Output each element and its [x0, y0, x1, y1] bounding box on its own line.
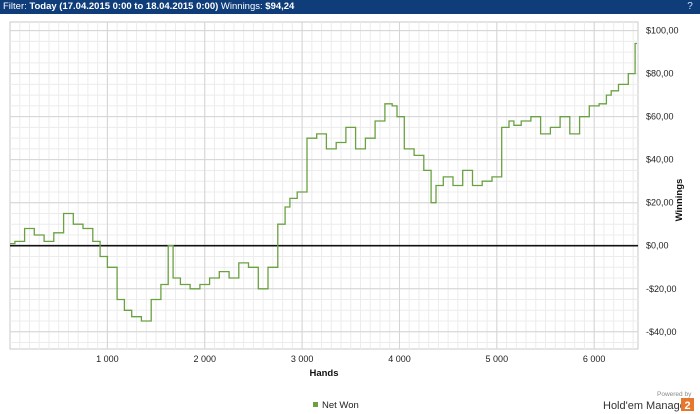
- x-tick-label: 5 000: [486, 354, 509, 364]
- legend-swatch-net-won: [313, 402, 318, 407]
- series-line-net-won: [10, 42, 637, 322]
- y-tick-label: $0,00: [646, 241, 669, 251]
- y-tick-label: $20,00: [646, 198, 674, 208]
- help-icon[interactable]: ?: [684, 1, 696, 13]
- x-tick-label: 4 000: [388, 354, 411, 364]
- filter-text: Filter: Today (17.04.2015 0:00 to 18.04.…: [3, 1, 295, 12]
- y-tick-label: $40,00: [646, 155, 674, 165]
- y-tick-label: -$20,00: [646, 284, 677, 294]
- branding: Powered by Hold'em Manager 2: [603, 391, 694, 412]
- winnings-chart: 1 000 2 000 3 000 4 000 5 000 6 000 -$40,00 -$…: [9, 21, 694, 412]
- x-tick-label: 3 000: [291, 354, 314, 364]
- winnings-value: $94,24: [265, 1, 295, 12]
- x-axis-title: Hands: [309, 368, 338, 379]
- x-axis: 1 000 2 000 3 000 4 000 5 000 6 000: [96, 354, 605, 364]
- legend-label-net-won: Net Won: [322, 400, 359, 411]
- filter-range: Today (17.04.2015 0:00 to 18.04.2015 0:0…: [29, 1, 219, 12]
- chart-grid: [9, 21, 639, 350]
- product-name: Hold'em Manager: [603, 400, 690, 412]
- legend: Net Won: [313, 400, 359, 411]
- x-tick-label: 2 000: [193, 354, 216, 364]
- y-tick-label: $60,00: [646, 112, 674, 122]
- y-axis-title: Winnings: [674, 179, 685, 222]
- y-tick-label: $100,00: [646, 26, 679, 36]
- x-tick-label: 6 000: [583, 354, 606, 364]
- series-layer: [10, 42, 637, 322]
- y-tick-label: -$40,00: [646, 327, 677, 337]
- x-tick-label: 1 000: [96, 354, 119, 364]
- filter-bar: Filter: Today (17.04.2015 0:00 to 18.04.…: [0, 0, 700, 14]
- powered-by-text: Powered by: [657, 391, 692, 398]
- y-tick-label: $80,00: [646, 69, 674, 79]
- hm2-logo-glyph: 2: [685, 400, 691, 412]
